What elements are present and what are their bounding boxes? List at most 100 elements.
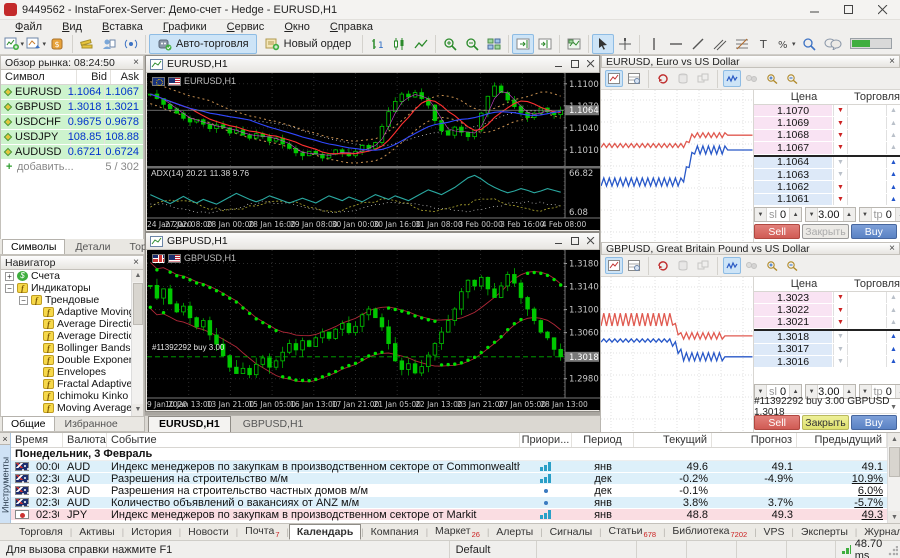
stop-loss-value[interactable]: 0 <box>780 209 786 221</box>
sell-button[interactable]: Sell <box>754 224 800 239</box>
buy-button[interactable]: Buy <box>851 415 897 430</box>
tree-node-indicator[interactable]: Average Directional <box>1 330 143 342</box>
calendar-event-row[interactable]: 02:30 AUD Разрешения на строительство м/… <box>11 473 887 485</box>
col-actual[interactable]: Текущий <box>634 433 712 447</box>
calendar-event-row[interactable]: 02:30 AUD Разрешения на строительство ча… <box>11 485 887 497</box>
tab-trade[interactable]: Торговля <box>12 525 70 539</box>
tab-company[interactable]: Компания <box>364 525 426 539</box>
table-row[interactable]: USDJPY 108.85 108.88 <box>1 130 143 145</box>
scroll-up-icon[interactable]: ▲ <box>132 270 144 282</box>
calendar-event-row[interactable]: 02:30 JPY Индекс менеджеров по закупкам … <box>11 509 887 521</box>
table-row[interactable]: AUDUSD 0.6721 0.6724 <box>1 145 143 160</box>
dom-zoom-out-icon[interactable] <box>783 257 801 274</box>
sell-arrow-icon[interactable]: ▼ <box>833 331 847 342</box>
chart-canvas-eurusd[interactable]: 1.11001.10701.10401.10101.106466.826.082… <box>147 73 598 230</box>
tab-mail[interactable]: Почта7 <box>238 524 286 540</box>
chart-shift-icon[interactable] <box>534 34 556 54</box>
ask-row[interactable]: 1.1068▼▲ <box>754 130 900 142</box>
vertical-line-icon[interactable] <box>643 34 665 54</box>
sell-arrow-icon[interactable]: ▼ <box>833 292 847 303</box>
table-row[interactable]: GBPUSD 1.3018 1.3021 <box>1 100 143 115</box>
horizontal-line-icon[interactable] <box>665 34 687 54</box>
tab-signals[interactable]: Сигналы <box>543 525 600 539</box>
col-priority[interactable]: Приори... <box>520 433 572 447</box>
chart-canvas-gbpusd[interactable]: 1.31801.31401.31001.30601.29801.30189 Ja… <box>147 250 598 410</box>
decrease-icon[interactable]: ▼ <box>806 208 818 221</box>
calendar-event-row[interactable]: 00:00 AUD Индекс менеджеров по закупкам … <box>11 461 887 473</box>
profiles-icon[interactable]: ▾ <box>25 34 47 54</box>
chart-window-titlebar[interactable]: GBPUSD,H1 <box>146 233 599 250</box>
increase-icon[interactable]: ▲ <box>843 208 855 221</box>
decrease-icon[interactable]: ▼ <box>755 208 767 221</box>
dom-onetick-icon[interactable] <box>743 70 761 87</box>
col-event[interactable]: Событие <box>107 433 520 447</box>
dom-link-icon[interactable] <box>694 257 712 274</box>
tree-node-indicator[interactable]: Ichimoku Kinko Hy <box>1 390 143 402</box>
ask-row[interactable]: 1.1069▼▲ <box>754 117 900 129</box>
tree-node-indicator[interactable]: Bollinger Bands <box>1 342 143 354</box>
menu-insert[interactable]: Вставка <box>93 21 152 33</box>
calendar-scrollbar[interactable]: ▲ ▼ <box>887 433 900 524</box>
menu-view[interactable]: Вид <box>53 21 91 33</box>
col-previous[interactable]: Предыдущий <box>797 433 887 447</box>
sell-arrow-icon[interactable]: ▼ <box>833 194 847 205</box>
tree-node-indicator[interactable]: Double Exponential <box>1 354 143 366</box>
window-maximize-icon[interactable] <box>571 60 579 68</box>
decrease-icon[interactable]: ▼ <box>860 208 872 221</box>
scroll-down-icon[interactable]: ▼ <box>132 404 144 416</box>
status-profile[interactable]: Default <box>449 541 537 558</box>
ask-row[interactable]: 1.3021▼▲ <box>754 317 900 329</box>
bid-row[interactable]: 1.3017▼▲ <box>754 344 900 356</box>
buy-button[interactable]: Buy <box>851 224 897 239</box>
sell-arrow-icon[interactable]: ▼ <box>833 317 847 328</box>
ask-row[interactable]: 1.3022▼▲ <box>754 304 900 316</box>
collapse-icon[interactable] <box>19 296 28 305</box>
tab-assets[interactable]: Активы <box>72 525 122 539</box>
menu-help[interactable]: Справка <box>321 21 382 33</box>
tree-node-indicator[interactable]: Moving Average <box>1 402 143 414</box>
buy-arrow-icon[interactable]: ▲ <box>886 356 900 367</box>
dom-refresh-icon[interactable] <box>654 70 672 87</box>
text-tool-icon[interactable]: T <box>753 34 775 54</box>
candlestick-mode-icon[interactable] <box>388 34 410 54</box>
buy-arrow-icon[interactable]: ▲ <box>886 304 900 315</box>
tree-node-indicator[interactable]: Average Directional <box>1 318 143 330</box>
buy-arrow-icon[interactable]: ▲ <box>886 344 900 355</box>
volume-stepper[interactable]: ▼3.00▲ <box>805 207 855 222</box>
zoom-out-icon[interactable] <box>461 34 483 54</box>
close-button[interactable]: Закрыть <box>802 224 848 239</box>
tab-calendar[interactable]: Календарь <box>289 524 361 540</box>
bid-row[interactable]: 1.1061▼▲ <box>754 194 900 206</box>
menu-tools[interactable]: Сервис <box>218 21 274 33</box>
tree-node-accounts[interactable]: Счета <box>1 270 143 282</box>
dom-refresh-icon[interactable] <box>654 257 672 274</box>
buy-arrow-icon[interactable]: ▲ <box>886 194 900 205</box>
col-time[interactable]: Время <box>11 433 63 447</box>
increase-icon[interactable]: ▲ <box>895 385 900 398</box>
tree-node-indicators[interactable]: Индикаторы <box>1 282 143 294</box>
fibonacci-icon[interactable] <box>731 34 753 54</box>
auto-scroll-icon[interactable] <box>512 34 534 54</box>
tab-codebase[interactable]: Библиотека7202 <box>665 524 754 540</box>
calendar-event-row[interactable]: 02:30 AUD Количество объявлений о ваканс… <box>11 497 887 509</box>
table-row[interactable]: USDCHF 0.9675 0.9678 <box>1 115 143 130</box>
chart-window-eurusd[interactable]: EURUSD,H1 1.11001.10701.10401.10101.1064… <box>145 55 600 232</box>
dom-zoom-in-icon[interactable] <box>763 70 781 87</box>
sell-arrow-icon[interactable]: ▼ <box>833 344 847 355</box>
resize-grip[interactable] <box>888 546 898 556</box>
tab-common[interactable]: Общие <box>2 416 55 431</box>
dom-close-icon[interactable]: × <box>889 244 895 254</box>
indicators-list-icon[interactable] <box>563 34 585 54</box>
chevron-down-icon[interactable]: ▼ <box>890 404 897 411</box>
tab-details[interactable]: Детали <box>66 239 119 254</box>
market-watch-icon[interactable] <box>76 34 98 54</box>
buy-arrow-icon[interactable]: ▲ <box>886 142 900 153</box>
new-chart-icon[interactable]: ▾ <box>3 34 25 54</box>
tab-market[interactable]: Маркет26 <box>428 524 487 540</box>
toolbox-side-tab[interactable]: Инструменты <box>0 447 11 522</box>
tab-experts[interactable]: Эксперты <box>794 525 855 539</box>
sell-arrow-icon[interactable]: ▼ <box>833 130 847 141</box>
cursor-icon[interactable] <box>592 34 614 54</box>
equidistant-channel-icon[interactable] <box>709 34 731 54</box>
tab-articles[interactable]: Статьи678 <box>602 524 664 540</box>
